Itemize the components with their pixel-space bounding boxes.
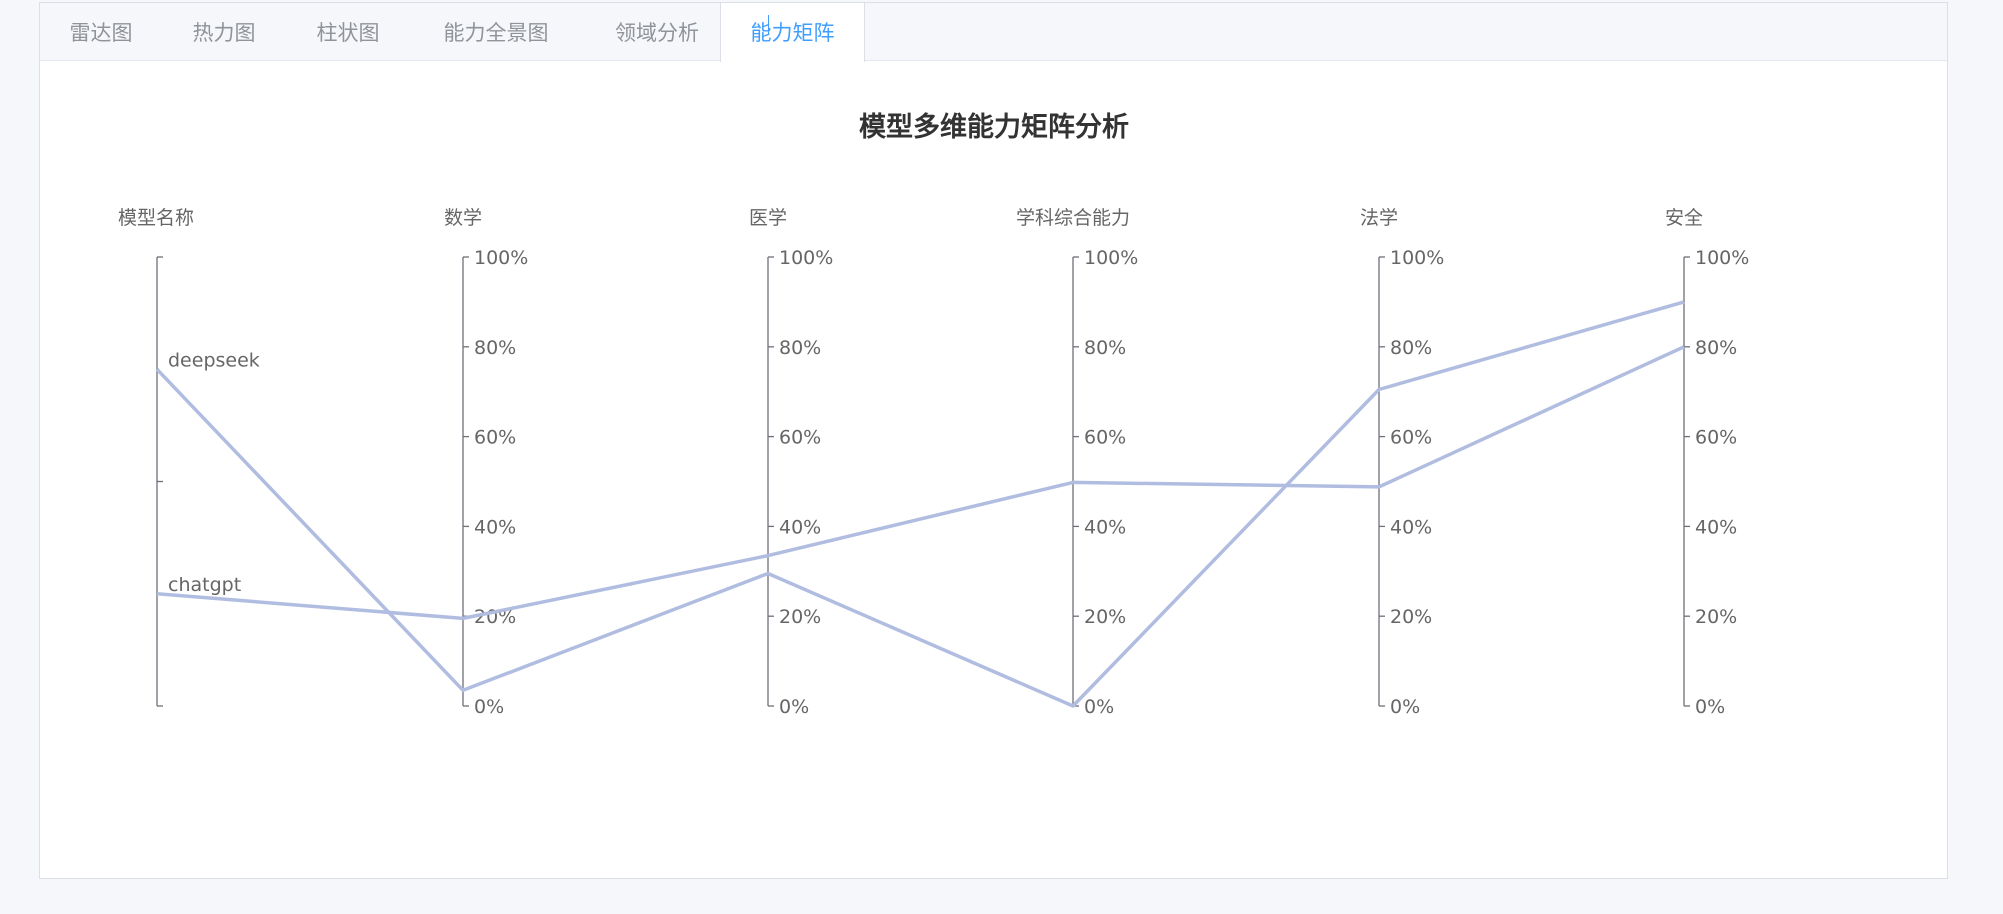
tick-label: 100%	[779, 247, 833, 269]
axis-name: 模型名称	[118, 207, 194, 229]
series-line-chatgpt[interactable]	[156, 345, 1685, 621]
tick-label: 60%	[1084, 427, 1126, 449]
axis-name: 医学	[749, 207, 787, 229]
tick-label: 20%	[1084, 606, 1126, 628]
axis-name: 法学	[1360, 207, 1398, 229]
axis-name: 学科综合能力	[1016, 207, 1130, 229]
chart-title: 模型多维能力矩阵分析	[859, 111, 1129, 143]
tick-label: 100%	[1084, 247, 1138, 269]
tick-label: 0%	[474, 696, 504, 718]
tick-label: 40%	[1390, 516, 1432, 538]
tick-label: 60%	[1390, 427, 1432, 449]
tick-label: 60%	[474, 427, 516, 449]
tick-label: 20%	[1390, 606, 1432, 628]
axis-name: 数学	[444, 207, 482, 229]
tick-label: 0%	[1084, 696, 1114, 718]
chart-area: 模型多维能力矩阵分析 模型名称 chatgpt deepseek 数学 0% 20% 40%…	[0, 0, 2003, 910]
tick-label: 100%	[474, 247, 528, 269]
tick-label: 60%	[1695, 427, 1737, 449]
tick-label: 80%	[474, 337, 516, 359]
value-axis: 安全 0% 20% 40% 60% 80% 100%	[1665, 207, 1749, 718]
tick-label: 20%	[1695, 606, 1737, 628]
tick-label: 100%	[1390, 247, 1444, 269]
tick-label: 20%	[779, 606, 821, 628]
series-line-deepseek[interactable]	[155, 300, 1685, 708]
tick-label: 40%	[1084, 516, 1126, 538]
tick-label: 0%	[1390, 696, 1420, 718]
tick-label: 80%	[1084, 337, 1126, 359]
tick-label: 40%	[1695, 516, 1737, 538]
tick-label: 40%	[474, 516, 516, 538]
category-label: chatgpt	[168, 574, 241, 596]
tick-label: 40%	[779, 516, 821, 538]
category-label: deepseek	[168, 349, 260, 371]
value-axis: 数学0%20%40%60%80%100%	[444, 207, 528, 718]
value-axis: 学科综合能力 0% 20% 40% 60% 80% 100%	[1016, 207, 1138, 718]
tick-label: 80%	[779, 337, 821, 359]
tick-label: 0%	[1695, 696, 1725, 718]
axis-name: 安全	[1665, 207, 1703, 229]
tick-label: 100%	[1695, 247, 1749, 269]
tick-label: 80%	[1695, 337, 1737, 359]
tick-label: 60%	[779, 427, 821, 449]
tick-label: 80%	[1390, 337, 1432, 359]
parallel-chart[interactable]: 模型多维能力矩阵分析 模型名称 chatgpt deepseek 数学 0% 20% 40%…	[0, 0, 2003, 910]
tick-label: 0%	[779, 696, 809, 718]
value-axis: 医学 0% 20% 40% 60% 80% 100%	[749, 207, 833, 718]
